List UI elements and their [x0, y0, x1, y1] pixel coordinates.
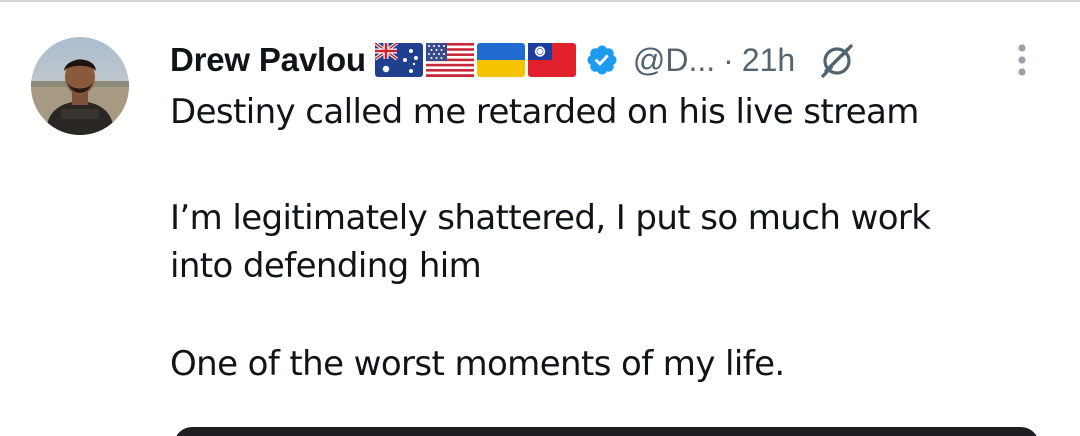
tweet-screenshot: Drew Pavlou @D... · 21h Destiny called m… [0, 0, 1080, 436]
timestamp[interactable]: 21h [742, 42, 795, 79]
usa-flag-icon [425, 43, 474, 77]
author-name[interactable]: Drew Pavlou [170, 41, 366, 79]
tweet-text: Destiny called me retarded on his live s… [170, 88, 1050, 388]
tweet-line: into defending him [170, 246, 482, 286]
more-vertical-icon[interactable] [1010, 40, 1034, 82]
divider [0, 0, 1080, 2]
australia-flag-icon [374, 43, 423, 77]
header-separator: · [723, 41, 734, 78]
avatar[interactable] [31, 37, 129, 135]
grok-icon[interactable] [817, 40, 857, 80]
taiwan-flag-icon [527, 43, 576, 77]
ukraine-flag-icon [476, 43, 525, 77]
media-preview[interactable] [174, 427, 1039, 436]
tweet-line: One of the worst moments of my life. [170, 344, 785, 384]
flag-emojis [374, 43, 576, 77]
author-handle[interactable]: @D... [633, 42, 715, 79]
tweet-line: I’m legitimately shattered, I put so muc… [170, 198, 931, 238]
tweet-header: Drew Pavlou @D... · 21h [170, 36, 857, 84]
verified-badge-icon [587, 45, 617, 75]
tweet-line: Destiny called me retarded on his live s… [170, 92, 919, 132]
